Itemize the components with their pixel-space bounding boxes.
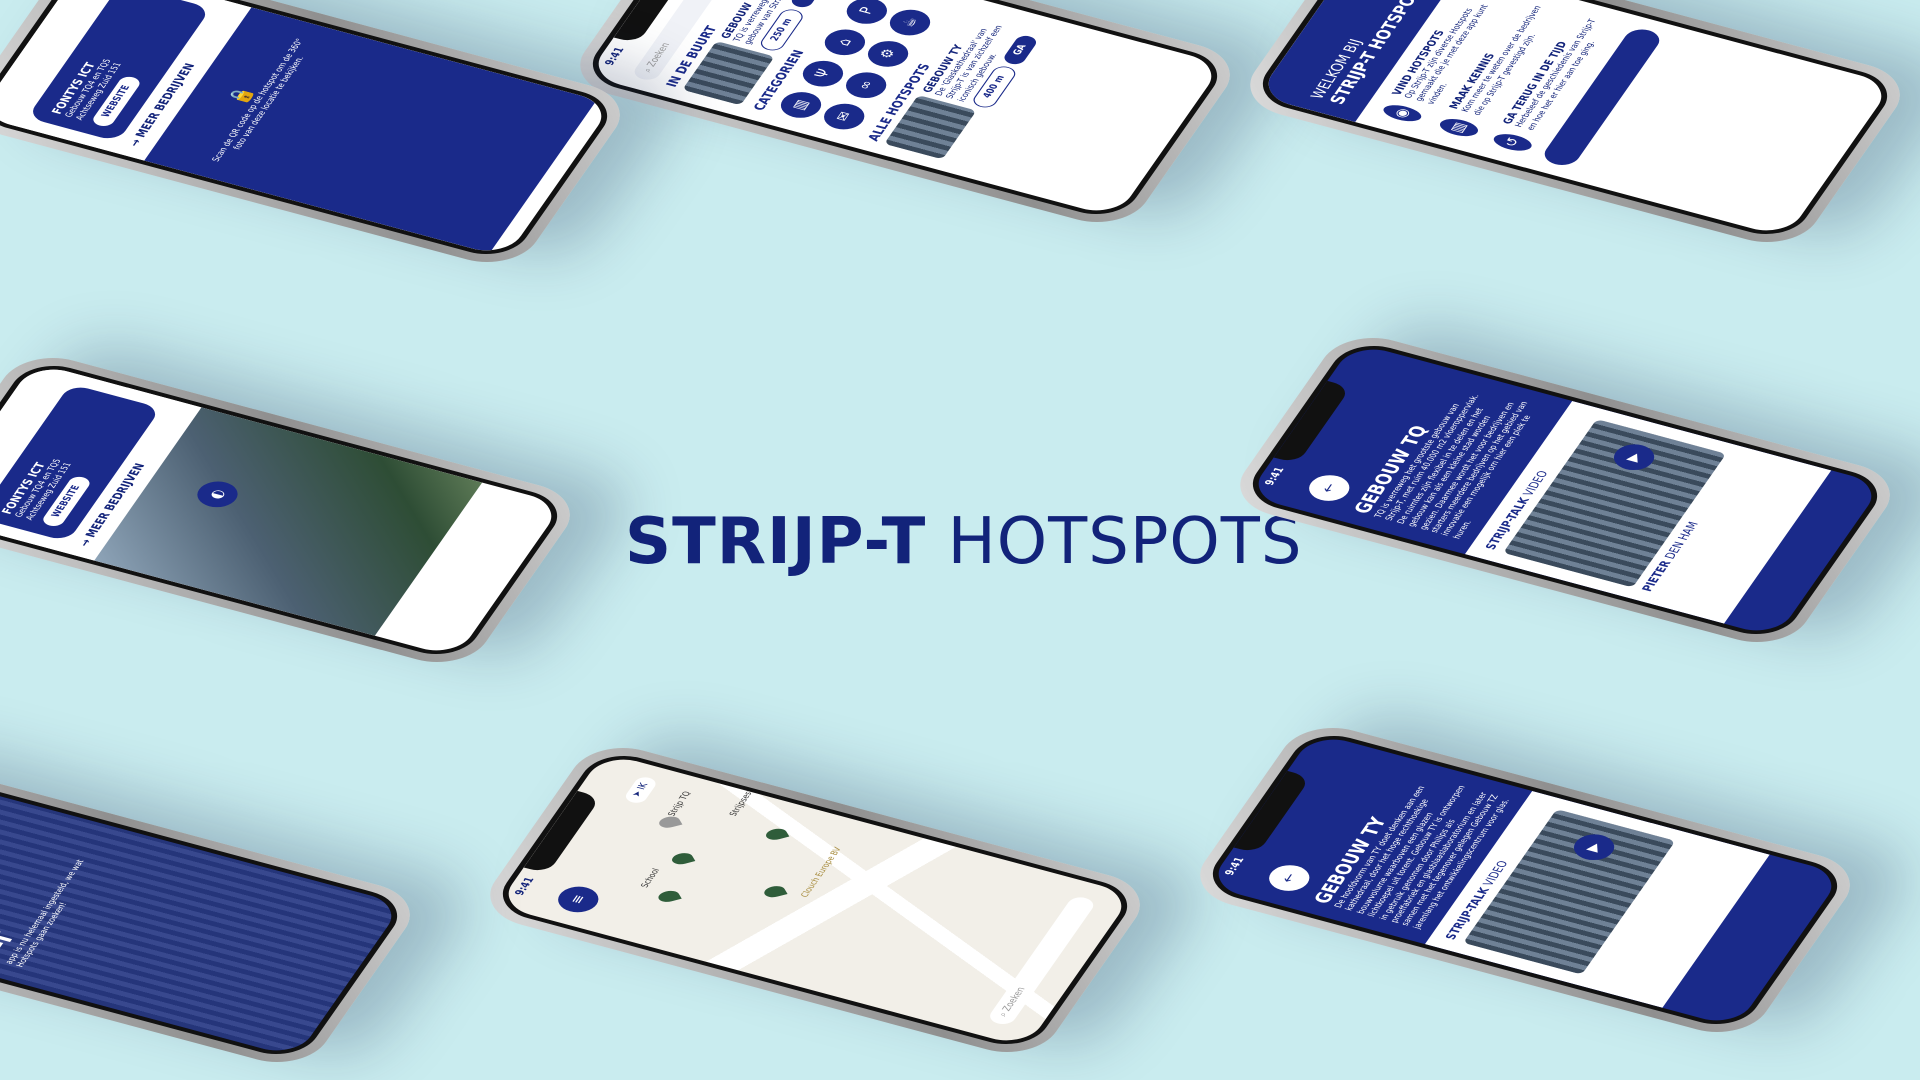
arrow-right-icon: → [75, 537, 95, 548]
map-pin-selected[interactable] [656, 814, 683, 830]
building-icon: ▥ [1435, 115, 1483, 140]
phone-company-photo: FONTYS ICT Gebouw TQ4 en TQ5 Achtseweg Z… [0, 347, 587, 673]
phone-gebouw-ty: 9:41 ← GEBOUW TY De hoofdvorm van TY doe… [1183, 717, 1867, 1043]
title-bold: STRIJP-T [625, 505, 927, 579]
welcome-screen: WELKOM BIJ STRIJP-T HOTSPOTS ◉ VIND HOTS… [1249, 0, 1901, 243]
navigation-icon: ➤ [630, 789, 646, 799]
map-search-placeholder: Zoeken [1001, 986, 1029, 1013]
play-icon[interactable]: ▶ [1567, 830, 1621, 865]
map-label: Clouch Europe BV [798, 846, 844, 899]
map-label: Strijpsestraat [727, 777, 764, 818]
map-label: School [638, 867, 662, 889]
bike-icon[interactable]: ∞ [839, 68, 893, 102]
tq-screen: 9:41 ← GEBOUW TQ TQ is verreweg het groo… [1239, 337, 1891, 643]
panorama-icon[interactable]: ◐ [190, 477, 244, 512]
app-title: STRIJP-T HOTSPOTS [625, 505, 1303, 579]
menu-icon[interactable]: ≡ [551, 882, 605, 917]
shop-icon[interactable]: ⌂ [818, 25, 872, 59]
arrow-right-icon: → [125, 137, 145, 148]
map-label: Strijp TQ [665, 790, 693, 818]
home-screen: 9:41 ⌕ Zoeken IN DE BUURT GEBOUW TQ TQ i… [579, 0, 1231, 223]
mail-icon[interactable]: ✉ [817, 99, 871, 134]
ty-screen: 9:41 ← GEBOUW TY De hoofdvorm van TY doe… [1199, 727, 1851, 1033]
back-arrow-icon[interactable]: ← [1262, 861, 1316, 895]
company-photo-screen: FONTYS ICT Gebouw TQ4 en TQ5 Achtseweg Z… [0, 357, 571, 663]
food-icon[interactable]: Ψ [796, 56, 850, 91]
history-icon: ↺ [1489, 130, 1536, 154]
title-light: HOTSPOTS [947, 505, 1303, 579]
search-icon: ⌕ [641, 67, 656, 74]
location-pin-icon: ◉ [1379, 101, 1426, 125]
phone-home: 9:41 ⌕ Zoeken IN DE BUURT GEBOUW TQ TQ i… [563, 0, 1247, 233]
map-pin[interactable] [655, 888, 682, 904]
parking-icon[interactable]: P [840, 0, 894, 28]
back-arrow-icon[interactable]: ← [1302, 471, 1356, 505]
cup-icon[interactable]: ☕ [883, 5, 937, 40]
building-icon[interactable]: ▥ [774, 88, 828, 122]
status-time: 9:41 [513, 876, 538, 897]
map-pin[interactable] [763, 826, 790, 842]
play-icon[interactable]: ▶ [1607, 440, 1661, 475]
map-pin[interactable] [761, 884, 788, 900]
phone-welcome: WELKOM BIJ STRIJP-T HOTSPOTS ◉ VIND HOTS… [1233, 0, 1917, 253]
map-search-bar[interactable]: ⌕ Zoeken [985, 894, 1098, 1027]
phone-gebouw-tq: 9:41 ← GEBOUW TQ TQ is verreweg het groo… [1223, 327, 1907, 653]
notch [523, 790, 602, 874]
locate-me-label: IK [635, 781, 651, 791]
phone-intro: M OP P-T app is nu helemaal ingesteld, w… [0, 747, 427, 1073]
locate-me-button[interactable]: ➤ IK [622, 775, 659, 805]
intro-screen: M OP P-T app is nu helemaal ingesteld, w… [0, 757, 411, 1063]
phone-map: 9:41 ≡ ➤ IK Strijp TQ School Strijpsestr… [473, 737, 1157, 1063]
phone-company-locked: FONTYS ICT Gebouw TQ4 en TQ5 Achtseweg Z… [0, 0, 637, 273]
map-screen: 9:41 ≡ ➤ IK Strijp TQ School Strijpsestr… [489, 747, 1141, 1053]
sport-icon[interactable]: ⚙ [861, 36, 915, 71]
search-placeholder: Zoeken [645, 41, 673, 68]
search-icon: ⌕ [997, 1011, 1011, 1018]
map-pin[interactable] [669, 851, 696, 867]
company-screen: FONTYS ICT Gebouw TQ4 en TQ5 Achtseweg Z… [0, 0, 621, 263]
